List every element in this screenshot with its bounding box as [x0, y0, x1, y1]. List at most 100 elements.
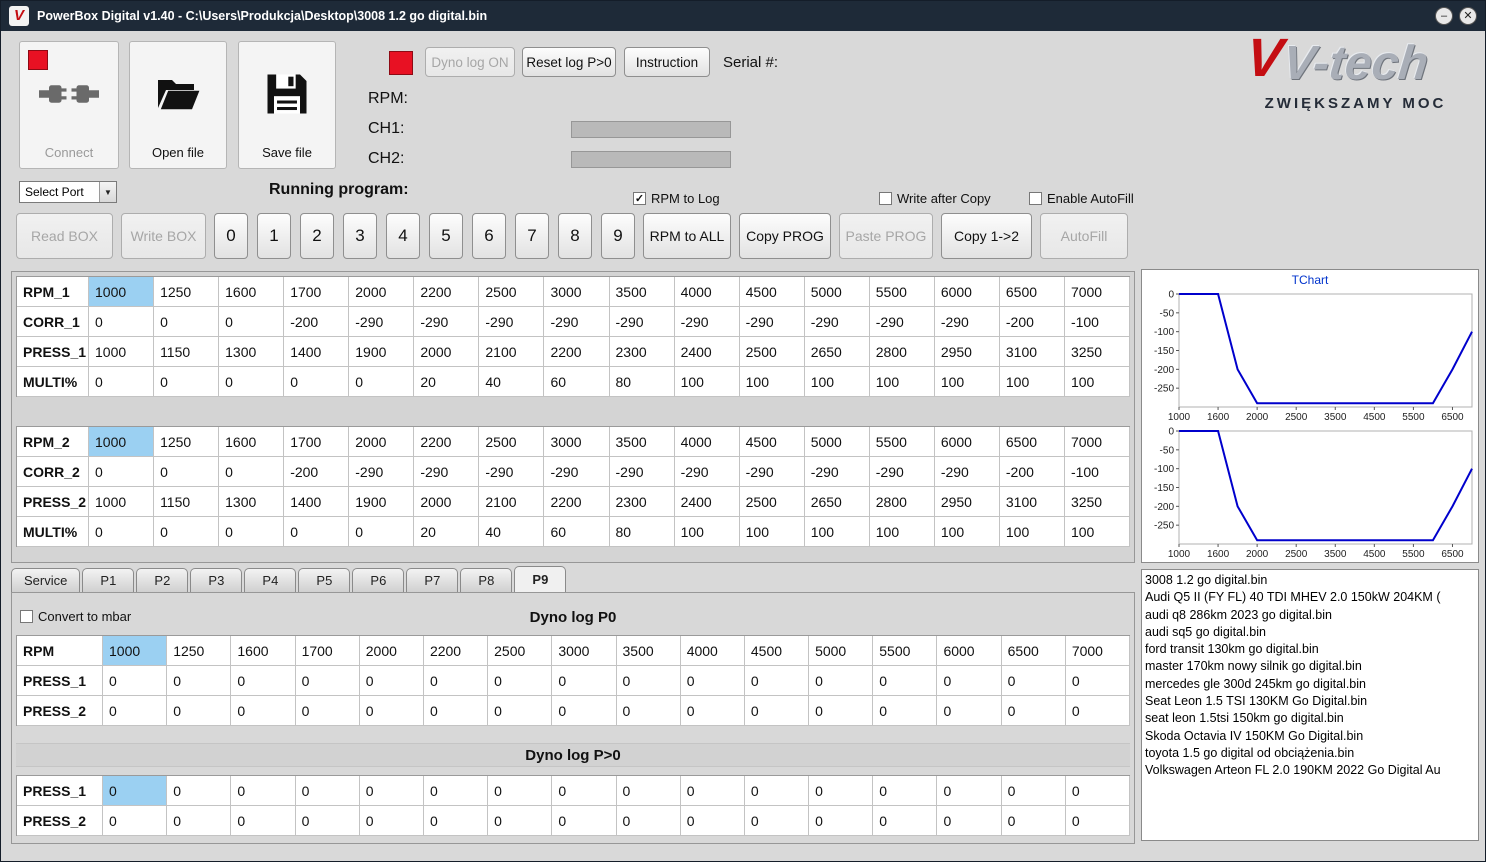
- table-cell[interactable]: 5500: [873, 636, 938, 666]
- table-cell[interactable]: 2500: [739, 337, 805, 367]
- table-cell[interactable]: 1250: [154, 277, 220, 307]
- copy-prog-button[interactable]: Copy PROG: [739, 213, 831, 259]
- table-cell[interactable]: 0: [1065, 696, 1130, 726]
- enable-autofill-checkbox[interactable]: Enable AutoFill: [1029, 191, 1134, 206]
- table-cell[interactable]: 0: [744, 696, 810, 726]
- table-cell[interactable]: 0: [103, 666, 168, 696]
- table-cell[interactable]: -290: [349, 457, 415, 487]
- program-button-8[interactable]: 8: [558, 213, 592, 259]
- reset-log-button[interactable]: Reset log P>0: [522, 47, 616, 77]
- table-cell[interactable]: 3500: [616, 636, 681, 666]
- table-cell[interactable]: 0: [359, 696, 424, 726]
- table-cell[interactable]: 2100: [479, 487, 545, 517]
- table-cell[interactable]: 20: [414, 517, 480, 547]
- table-cell[interactable]: 100: [869, 517, 935, 547]
- close-button[interactable]: ✕: [1459, 7, 1477, 25]
- table-cell[interactable]: 0: [231, 776, 296, 806]
- file-list-item[interactable]: audi sq5 go digital.bin: [1145, 624, 1478, 641]
- table-cell[interactable]: 6000: [934, 277, 1000, 307]
- table-cell[interactable]: 0: [488, 666, 553, 696]
- tab-p6[interactable]: P6: [352, 568, 405, 592]
- table-cell[interactable]: 1300: [219, 487, 285, 517]
- tab-p8[interactable]: P8: [460, 568, 513, 592]
- table-cell[interactable]: -200: [284, 307, 350, 337]
- program-button-3[interactable]: 3: [343, 213, 377, 259]
- table-cell[interactable]: 0: [680, 806, 745, 836]
- table-cell[interactable]: 1700: [284, 427, 350, 457]
- file-list-item[interactable]: 3008 1.2 go digital.bin: [1145, 572, 1478, 589]
- tab-p5[interactable]: P5: [298, 568, 351, 592]
- table-cell[interactable]: 0: [488, 696, 553, 726]
- dyno-log-on-button[interactable]: Dyno log ON: [425, 47, 515, 77]
- table-cell[interactable]: 6500: [999, 427, 1065, 457]
- table-cell[interactable]: 1600: [219, 277, 285, 307]
- table-cell[interactable]: 0: [1065, 776, 1130, 806]
- table-cell[interactable]: 100: [739, 517, 805, 547]
- tab-p9[interactable]: P9: [514, 566, 567, 592]
- program-button-5[interactable]: 5: [429, 213, 463, 259]
- table-cell[interactable]: 1600: [219, 427, 285, 457]
- table-cell[interactable]: -290: [739, 457, 805, 487]
- program-button-1[interactable]: 1: [257, 213, 291, 259]
- table-cell[interactable]: 0: [359, 776, 424, 806]
- table-cell[interactable]: 6000: [937, 636, 1002, 666]
- table-cell[interactable]: 0: [284, 517, 350, 547]
- connect-button[interactable]: Connect: [19, 41, 119, 169]
- table-cell[interactable]: 0: [744, 776, 810, 806]
- table-cell[interactable]: 0: [937, 666, 1002, 696]
- table-cell[interactable]: 0: [231, 806, 296, 836]
- table-cell[interactable]: -290: [674, 307, 740, 337]
- table-cell[interactable]: 2200: [544, 337, 610, 367]
- table-cell[interactable]: 0: [89, 457, 155, 487]
- table-cell[interactable]: 0: [616, 776, 681, 806]
- table-cell[interactable]: 2650: [804, 487, 870, 517]
- table-cell[interactable]: 0: [219, 457, 285, 487]
- table-cell[interactable]: -100: [1064, 457, 1130, 487]
- table-cell[interactable]: 0: [295, 806, 360, 836]
- table-cell[interactable]: 100: [739, 367, 805, 397]
- table-cell[interactable]: 100: [934, 517, 1000, 547]
- table-cell[interactable]: 0: [809, 776, 874, 806]
- table-cell[interactable]: 3100: [999, 337, 1065, 367]
- table-cell[interactable]: 0: [89, 307, 155, 337]
- file-list-item[interactable]: Audi Q5 II (FY FL) 40 TDI MHEV 2.0 150kW…: [1145, 589, 1478, 606]
- table-cell[interactable]: 0: [167, 666, 232, 696]
- table-cell[interactable]: 0: [937, 776, 1002, 806]
- table-cell[interactable]: 2100: [479, 337, 545, 367]
- table-cell[interactable]: 7000: [1064, 277, 1130, 307]
- table-cell[interactable]: 0: [103, 806, 168, 836]
- table-cell[interactable]: 6500: [1001, 636, 1066, 666]
- table-cell[interactable]: 0: [809, 696, 874, 726]
- tab-p2[interactable]: P2: [136, 568, 189, 592]
- instruction-button[interactable]: Instruction: [624, 47, 710, 77]
- table-cell[interactable]: 100: [1064, 367, 1130, 397]
- table-cell[interactable]: 1000: [89, 277, 155, 307]
- write-after-copy-checkbox[interactable]: Write after Copy: [879, 191, 991, 206]
- table-cell[interactable]: 0: [423, 666, 489, 696]
- tab-service[interactable]: Service: [11, 568, 81, 592]
- program-button-0[interactable]: 0: [214, 213, 248, 259]
- table-cell[interactable]: -290: [804, 307, 870, 337]
- table-cell[interactable]: 2000: [359, 636, 424, 666]
- table-cell[interactable]: 5000: [809, 636, 874, 666]
- table-cell[interactable]: 100: [804, 367, 870, 397]
- save-file-button[interactable]: Save file: [238, 41, 336, 169]
- table-cell[interactable]: 0: [680, 666, 745, 696]
- chevron-down-icon[interactable]: ▼: [99, 182, 116, 202]
- tab-p3[interactable]: P3: [190, 568, 243, 592]
- table-cell[interactable]: 0: [349, 367, 415, 397]
- table-cell[interactable]: 1600: [231, 636, 296, 666]
- table-cell[interactable]: 1150: [154, 487, 220, 517]
- table-cell[interactable]: 2300: [609, 337, 675, 367]
- table-cell[interactable]: 4500: [739, 277, 805, 307]
- tab-p1[interactable]: P1: [82, 568, 135, 592]
- table-cell[interactable]: 40: [479, 517, 545, 547]
- table-cell[interactable]: 1250: [167, 636, 232, 666]
- table-cell[interactable]: 0: [873, 666, 938, 696]
- file-list-item[interactable]: audi q8 286km 2023 go digital.bin: [1145, 607, 1478, 624]
- table-cell[interactable]: -290: [869, 457, 935, 487]
- table-cell[interactable]: -290: [479, 457, 545, 487]
- table-cell[interactable]: 1900: [349, 337, 415, 367]
- table-cell[interactable]: 0: [680, 776, 745, 806]
- table-cell[interactable]: 0: [295, 776, 360, 806]
